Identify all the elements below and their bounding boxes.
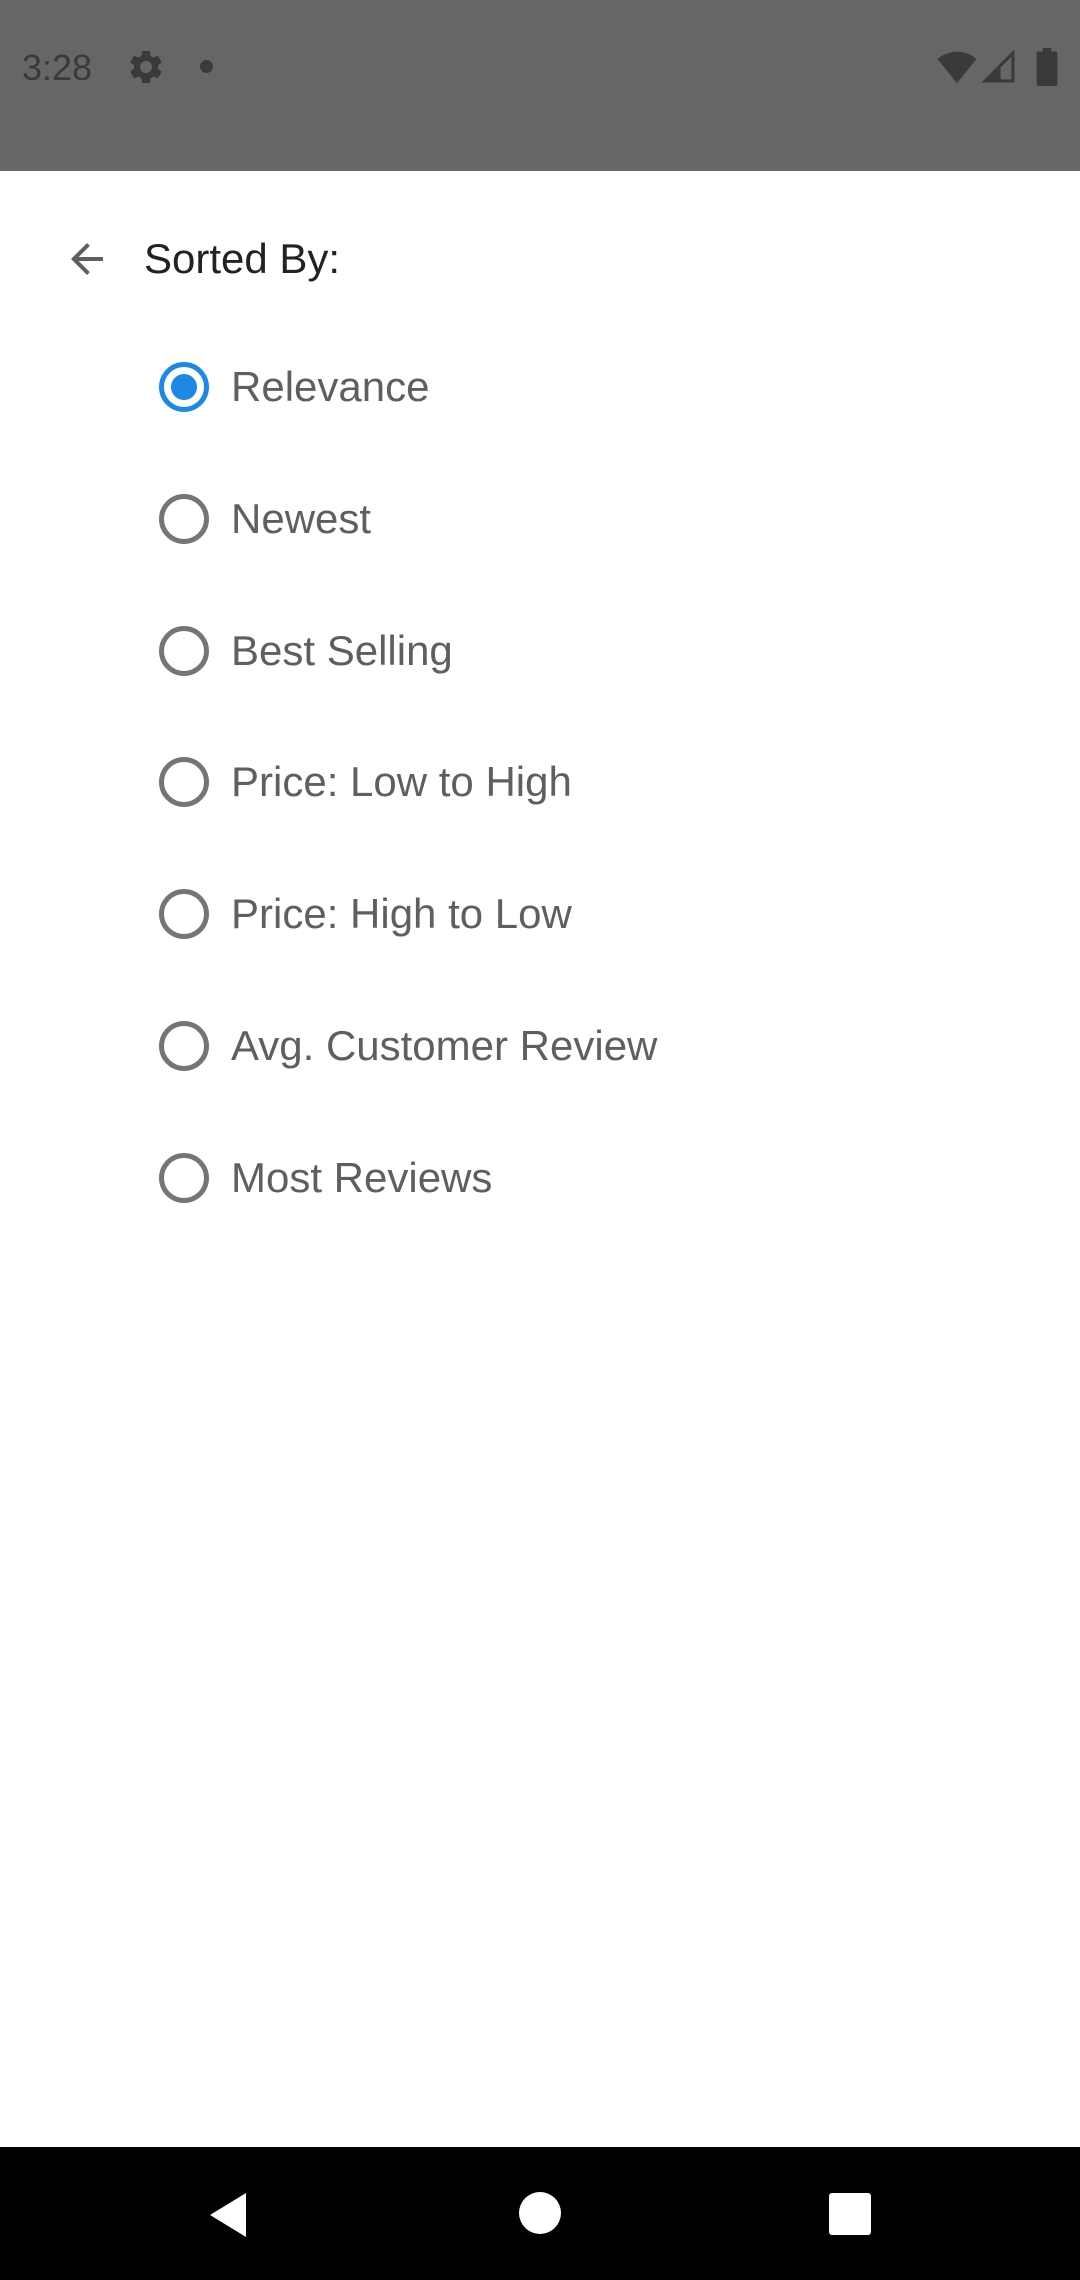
radio-button[interactable] [159,626,209,676]
sort-option-avg-customer-review[interactable]: Avg. Customer Review [150,991,850,1101]
wifi-icon [937,51,977,84]
arrow-back-icon [71,243,103,275]
sort-option-label: Best Selling [231,627,453,674]
sort-option-label: Most Reviews [231,1154,493,1201]
back-button[interactable] [52,224,122,294]
gear-icon [130,50,162,83]
sort-option-price-low-high[interactable]: Price: Low to High [150,727,850,837]
page-title: Sorted By: [144,235,341,282]
system-nav-bar [0,2147,1080,2280]
radio-button[interactable] [159,494,209,544]
sort-option-newest[interactable]: Newest [150,464,850,574]
sort-option-most-reviews[interactable]: Most Reviews [150,1123,850,1233]
sort-option-label: Price: Low to High [231,758,572,805]
radio-button-checked[interactable] [159,362,209,412]
notification-dot-icon [200,60,213,73]
sort-option-label: Price: High to Low [231,890,572,937]
radio-button[interactable] [159,757,209,807]
sort-option-best-selling[interactable]: Best Selling [150,596,850,706]
sort-option-relevance[interactable]: Relevance [150,332,850,442]
sort-option-label: Relevance [231,363,430,410]
radio-button[interactable] [159,889,209,939]
nav-recents-icon[interactable] [829,2193,871,2235]
radio-button[interactable] [159,1021,209,1071]
header: Sorted By: [0,171,1080,339]
status-bar: 3:28 [0,0,1080,171]
radio-button[interactable] [159,1153,209,1203]
signal-icon [981,50,1015,83]
battery-icon [1036,48,1058,86]
sort-option-label: Newest [231,495,372,542]
sort-option-price-high-low[interactable]: Price: High to Low [150,859,850,969]
nav-back-icon[interactable] [206,2191,250,2239]
sort-option-label: Avg. Customer Review [231,1022,658,1069]
nav-home-icon[interactable] [519,2192,561,2234]
status-time: 3:28 [22,47,93,88]
